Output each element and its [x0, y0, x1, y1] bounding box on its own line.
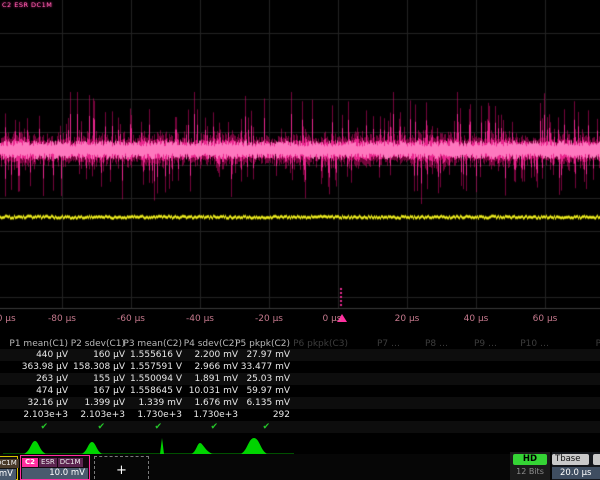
- time-axis-label: 0 µs: [322, 314, 341, 324]
- time-axis: -100 µs -80 µs -60 µs -40 µs -20 µs 0 µs 20 µs…: [0, 311, 600, 329]
- c1-coupling-badge: DC1M: [0, 459, 19, 468]
- table-row-stripe: [0, 349, 600, 361]
- c2-channel-badge: C2: [22, 458, 38, 467]
- time-axis-label: -100 µs: [0, 314, 16, 324]
- histicon-p1[interactable]: [22, 441, 48, 454]
- table-row-stripe: [0, 421, 600, 433]
- param-value: 2.103e+3: [23, 410, 68, 420]
- param-status-check-icon: ✔: [40, 422, 48, 432]
- param-value: 474 µV: [36, 386, 68, 396]
- grid-top-left-label: C2 ESR DC1M: [2, 1, 52, 9]
- channel-c2-descriptor[interactable]: C2 ESR DC1M 10.0 mV: [20, 455, 90, 480]
- param-header-p5[interactable]: P5 pkpk(C2): [235, 339, 290, 349]
- histicon-p3[interactable]: [157, 438, 168, 454]
- c2-coupling-badge: DC1M: [58, 458, 83, 467]
- plus-icon: +: [116, 463, 127, 478]
- param-value: 292: [273, 410, 290, 420]
- param-value: 1.891 mV: [194, 374, 238, 384]
- c2-vdiv-value: 10.0 mV: [22, 468, 88, 479]
- c1-vdiv-value: 10.0 mV: [0, 469, 16, 480]
- param-value: 440 µV: [36, 350, 68, 360]
- param-value: 160 µV: [93, 350, 125, 360]
- timebase-value: 20.0 µs: [552, 467, 600, 479]
- param-value: 2.200 mV: [194, 350, 238, 360]
- param-header-p7: P7 …: [377, 339, 400, 349]
- param-value: 59.97 mV: [246, 386, 290, 396]
- param-header-p8: P8 …: [425, 339, 448, 349]
- c2-esr-badge: ESR: [39, 458, 57, 467]
- time-axis-label: -40 µs: [186, 314, 214, 324]
- add-trace-button[interactable]: +: [94, 456, 149, 480]
- timebase-descriptor[interactable]: Tbase 20.0 µs: [552, 452, 600, 480]
- param-header-p1[interactable]: P1 mean(C1): [9, 339, 68, 349]
- param-status-check-icon: ✔: [210, 422, 218, 432]
- histicon-p4[interactable]: [190, 443, 222, 454]
- param-value: 155 µV: [93, 374, 125, 384]
- param-value: 27.97 mV: [246, 350, 290, 360]
- table-row-stripe: [0, 373, 600, 385]
- param-value: 6.135 mV: [246, 398, 290, 408]
- param-value: 363.98 µV: [22, 362, 68, 372]
- param-header-p4[interactable]: P4 sdev(C2): [184, 339, 238, 349]
- time-axis-label: 40 µs: [464, 314, 489, 324]
- param-value: 158.308 µV: [73, 362, 125, 372]
- histicon-p5[interactable]: [239, 438, 269, 454]
- time-axis-label: -20 µs: [255, 314, 283, 324]
- channel-c1-descriptor[interactable]: DC1M 10.0 mV: [0, 456, 18, 480]
- param-value: 25.03 mV: [246, 374, 290, 384]
- param-value: 32.16 µV: [27, 398, 68, 408]
- param-header-p: P: [596, 339, 600, 349]
- param-header-p6: P6 pkpk(C3): [293, 339, 348, 349]
- time-axis-label: 20 µs: [395, 314, 420, 324]
- param-value: 263 µV: [36, 374, 68, 384]
- hd-badge: HD: [513, 454, 547, 465]
- param-header-p2[interactable]: P2 sdev(C1): [71, 339, 125, 349]
- param-value: 1.339 mV: [138, 398, 182, 408]
- param-value: 1.557591 V: [130, 362, 182, 372]
- oscilloscope-screen: C2 ESR DC1M -100 µs -80 µs -60 µs -40 µs -20…: [0, 0, 600, 480]
- measurement-table: P1 mean(C1)440 µV 363.98 µV 263 µV 474 µV 32…: [0, 338, 600, 434]
- bottom-bar: DC1M 10.0 mV C2 ESR DC1M 10.0 mV + HD 12…: [0, 454, 600, 480]
- param-value: 33.477 mV: [241, 362, 290, 372]
- param-value: 2.966 mV: [194, 362, 238, 372]
- param-value: 1.555616 V: [130, 350, 182, 360]
- histicon-p2[interactable]: [80, 442, 104, 454]
- param-value: 1.550094 V: [130, 374, 182, 384]
- hd-mode-tile[interactable]: HD 12 Bits: [510, 452, 550, 480]
- hd-bits-label: 12 Bits: [510, 467, 550, 476]
- timebase-offset-fragment: [593, 454, 600, 465]
- param-status-check-icon: ✔: [154, 422, 162, 432]
- param-value: 1.676 mV: [194, 398, 238, 408]
- param-status-check-icon: ✔: [97, 422, 105, 432]
- time-axis-label: -60 µs: [117, 314, 145, 324]
- param-value: 1.730e+3: [137, 410, 182, 420]
- param-header-p9: P9 …: [474, 339, 497, 349]
- timebase-label: Tbase: [552, 454, 589, 465]
- waveform-display[interactable]: [0, 0, 600, 312]
- param-header-p10: P10 …: [520, 339, 549, 349]
- param-value: 1.730e+3: [193, 410, 238, 420]
- time-axis-label: -80 µs: [48, 314, 76, 324]
- param-value: 1.558645 V: [130, 386, 182, 396]
- param-value: 10.031 mV: [189, 386, 238, 396]
- param-header-p3[interactable]: P3 mean(C2): [123, 339, 182, 349]
- time-axis-label: 60 µs: [533, 314, 558, 324]
- param-value: 1.399 µV: [84, 398, 125, 408]
- param-status-check-icon: ✔: [262, 422, 270, 432]
- param-value: 167 µV: [93, 386, 125, 396]
- param-value: 2.103e+3: [80, 410, 125, 420]
